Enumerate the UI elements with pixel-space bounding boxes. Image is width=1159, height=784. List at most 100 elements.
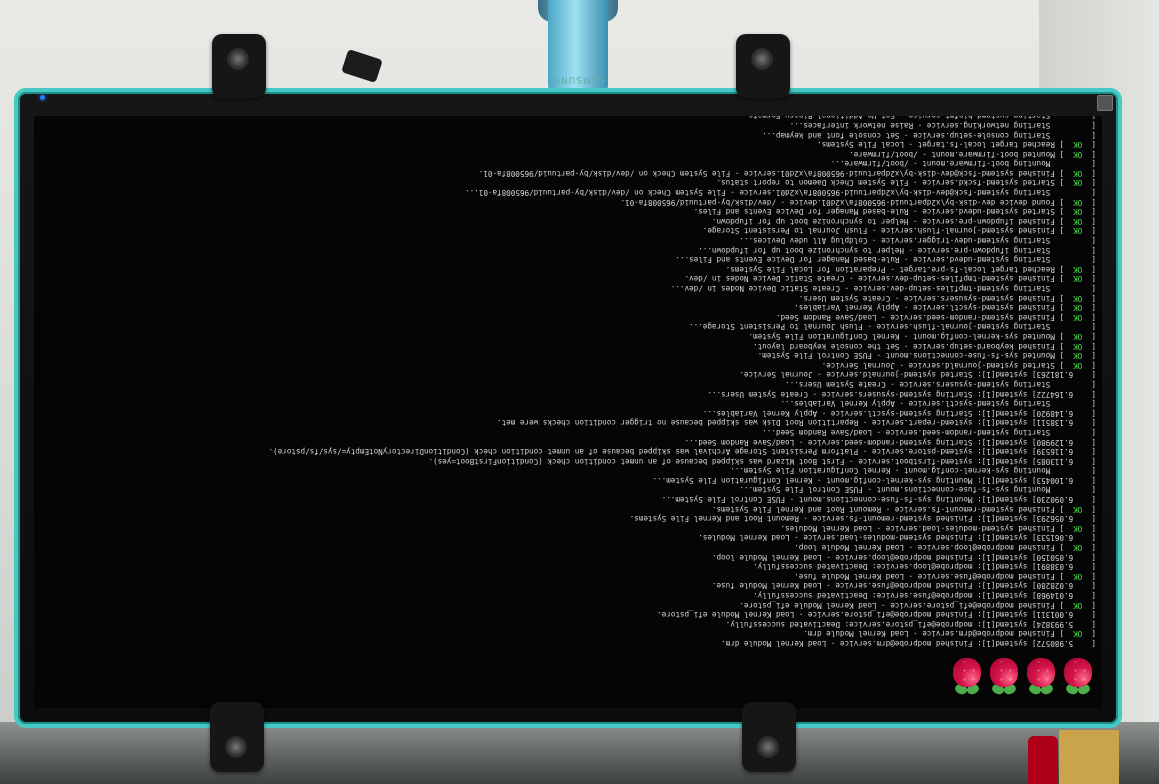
boot-log-line: [ OK ] Finished keyboard-setup.service -… [753, 341, 1096, 351]
status-ok: OK [1073, 149, 1083, 159]
boot-log-line: [ 6.148920] systemd[1]: Starting systemd… [702, 408, 1096, 418]
log-text: Starting systemd-journal-flush.service -… [689, 322, 1092, 332]
boot-log-line: [ OK ] Found device dev-disk-by\x2dpartu… [620, 197, 1097, 207]
red-object [1028, 736, 1058, 784]
log-text: Mounting sys-kernel-config.mount - Kerne… [730, 466, 1092, 476]
boot-log-line: [ 6.090230] systemd[1]: Mounting sys-fs-… [661, 495, 1096, 505]
monitor-badge-icon [1097, 95, 1113, 111]
monitor-screen: [ 5.980572] systemd[1]: Finished modprob… [34, 116, 1102, 708]
status-ok: OK [1073, 332, 1083, 341]
status-ok: OK [1073, 543, 1083, 553]
status-ok: OK [1073, 341, 1083, 351]
boot-log-line: [ OK ] Finished modprobe@loop.service - … [794, 543, 1096, 553]
log-text: Starting systemd-udev-trigger.service - … [739, 236, 1092, 246]
status-ok: OK [1073, 293, 1083, 303]
yellow-object [1059, 730, 1119, 784]
boot-console: [ 5.980572] systemd[1]: Finished modprob… [34, 116, 1102, 708]
boot-log-line: [ 6.100453] systemd[1]: Mounting sys-ker… [652, 475, 1096, 485]
log-text: Finished modprobe@loop.service - Load Ke… [794, 543, 1055, 553]
log-text: 6.061533] systemd[1]: Finished systemd-m… [698, 533, 1092, 543]
boot-log-line: [ Starting systemd-udevd.service - Rule-… [675, 255, 1096, 265]
log-text: Finished modprobe@fuse.service - Load Ke… [794, 571, 1055, 581]
log-text: Starting systemd-random-seed.service - L… [762, 427, 1092, 437]
boot-log-line: [ Starting networking.service - Raise ne… [789, 120, 1096, 130]
log-text: Finished systemd-sysctl.service - Apply … [794, 303, 1055, 313]
log-text: Finished keyboard-setup.service - Set th… [753, 341, 1055, 351]
boot-log-line: [ OK ] Finished systemd-remount-fs.servi… [711, 504, 1096, 514]
log-text: Finished systemd-remount-fs.service - Re… [711, 504, 1055, 514]
boot-log-line: [ 6.014968] systemd[1]: modprobe@fuse.se… [753, 591, 1096, 601]
log-text: 6.056293] systemd[1]: Finished systemd-r… [629, 514, 1092, 524]
log-text: Starting systemd-fsck@dev-disk-by\x2dpar… [465, 188, 1092, 198]
hdmi-connector [341, 49, 383, 83]
status-ok: OK [1073, 178, 1083, 188]
boot-log-line: [ 6.038891] systemd[1]: modprobe@loop.se… [753, 562, 1096, 572]
brand-label: SAMSUNG [552, 74, 605, 84]
mount-bracket-bottom-right [742, 702, 796, 772]
status-ok: OK [1073, 140, 1083, 150]
boot-log-line: [ Starting systemd-udev-trigger.service … [739, 236, 1096, 246]
log-text: 5.980572] systemd[1]: Finished modprobe@… [721, 639, 1092, 648]
boot-log-line: [ OK ] Mounted sys-kernel-config.mount -… [748, 332, 1096, 341]
log-text: 6.148920] systemd[1]: Starting systemd-s… [702, 408, 1092, 418]
log-text: Finished systemd-random-seed.service - L… [775, 312, 1055, 322]
status-ok: OK [1073, 360, 1083, 370]
boot-log-line: [ OK ] Reached target local-fs-pre.targe… [725, 264, 1096, 274]
boot-log-line: [ Starting systemd-fsck@dev-disk-by\x2dp… [465, 188, 1096, 198]
raspberry-pi-logo-icon [951, 656, 983, 696]
status-ok: OK [1073, 264, 1083, 274]
status-ok: OK [1073, 216, 1083, 226]
log-text: 6.028280] systemd[1]: Finished modprobe@… [711, 581, 1092, 591]
boot-log-line: [ Starting systemd-binfmt.service - Set … [40, 116, 1096, 120]
mount-bracket-top-left [212, 34, 266, 98]
log-text: Mounting sys-fs-fuse-connections.mount -… [739, 485, 1092, 495]
mount-bracket-bottom-left [210, 702, 264, 772]
log-text: Mounted sys-kernel-config.mount - Kernel… [748, 332, 1055, 341]
boot-log-line: [ 6.129980] systemd[1]: Starting systemd… [684, 437, 1096, 447]
mount-bracket-top-right [736, 34, 790, 98]
status-ok: OK [1073, 207, 1083, 217]
log-text: Starting systemd-udevd.service - Rule-ba… [675, 255, 1092, 265]
status-ok: OK [1073, 504, 1083, 514]
power-led-icon [40, 95, 45, 100]
boot-log-line: [ OK ] Finished systemd-sysusers.service… [798, 293, 1096, 303]
log-text: Finished modprobe@drm.service - Load Ker… [803, 629, 1055, 639]
log-text: 6.164722] systemd[1]: Starting systemd-s… [707, 389, 1092, 399]
status-ok: OK [1073, 312, 1083, 322]
boot-log-line: [ 6.164722] systemd[1]: Starting systemd… [707, 389, 1096, 399]
status-ok: OK [1073, 197, 1083, 207]
status-ok: OK [1073, 168, 1083, 178]
log-text: Started systemd-fsckd.service - File Sys… [716, 178, 1055, 188]
log-text: 6.129980] systemd[1]: Starting systemd-r… [684, 437, 1092, 447]
boot-log-line: [ OK ] Mounted sys-fs-fuse-connections.m… [757, 351, 1096, 361]
log-text: 6.181263] systemd[1]: Started systemd-jo… [739, 370, 1092, 380]
boot-log-line: [ OK ] Finished systemd-sysctl.service -… [794, 303, 1096, 313]
log-text: 6.038891] systemd[1]: modprobe@loop.serv… [753, 562, 1092, 572]
boot-log-line: [ Starting systemd-sysctl.service - Appl… [780, 399, 1096, 409]
boot-log-line: [ Mounting sys-fs-fuse-connections.mount… [739, 485, 1096, 495]
boot-log-line: [ OK ] Finished systemd-fsck@dev-disk-by… [478, 168, 1096, 178]
desk-cables-area [0, 722, 1159, 784]
status-ok: OK [1073, 303, 1083, 313]
boot-log-line: [ 6.113085] systemd[1]: systemd-firstboo… [428, 456, 1097, 466]
log-text: Reached target local-fs-pre.target - Pre… [725, 264, 1055, 274]
boot-log-line: [ 6.050150] systemd[1]: Finished modprob… [711, 552, 1096, 562]
log-text: Found device dev-disk-by\x2dpartuuid-965… [620, 197, 1055, 207]
log-text: Mounting boot-firmware.mount - /boot/fir… [830, 159, 1092, 169]
log-text: Starting systemd-tmpfiles-setup-dev.serv… [670, 284, 1092, 294]
boot-log-line: [ Starting systemd-random-seed.service -… [762, 427, 1096, 437]
boot-log-line: [ OK ] Mounted boot-firmware.mount - /bo… [849, 149, 1096, 159]
boot-log-line: [ Starting systemd-sysusers.service - Cr… [785, 379, 1096, 389]
boot-log-line: [ 6.028280] systemd[1]: Finished modprob… [711, 581, 1096, 591]
log-text: Mounted boot-firmware.mount - /boot/firm… [849, 149, 1055, 159]
log-text: 6.001311] systemd[1]: Finished modprobe@… [657, 610, 1092, 620]
boot-log-line: [ OK ] Finished modprobe@drm.service - L… [803, 629, 1096, 639]
boot-log-line: [ Starting ifupdown-pre.service - Helper… [698, 245, 1096, 255]
log-text: Reached target local-fs.target - Local F… [817, 140, 1055, 150]
log-text: Finished ifupdown-pre.service - Helper t… [711, 216, 1055, 226]
log-text: Finished systemd-journal-flush.service -… [702, 226, 1055, 236]
boot-log-line: [ Starting systemd-journal-flush.service… [689, 322, 1096, 332]
log-text: 6.090230] systemd[1]: Mounting sys-fs-fu… [661, 495, 1092, 505]
boot-log-line: [ OK ] Finished systemd-random-seed.serv… [775, 312, 1096, 322]
log-text: Finished systemd-sysusers.service - Crea… [798, 293, 1055, 303]
